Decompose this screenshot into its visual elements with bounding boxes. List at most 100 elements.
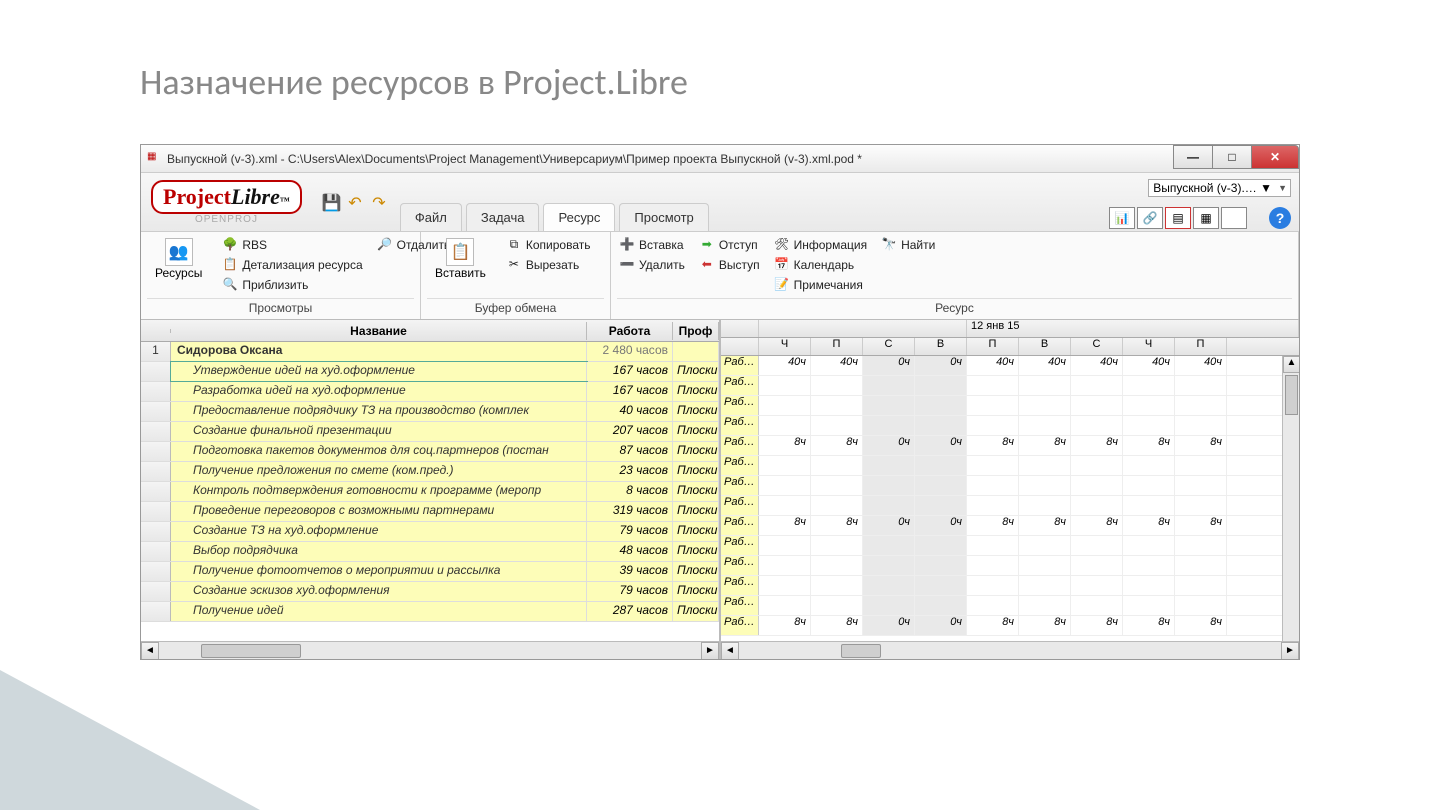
usage-cell[interactable] [915,576,967,595]
usage-cell[interactable] [759,376,811,395]
day-header[interactable]: П [811,338,863,355]
usage-cell[interactable]: 40ч [967,356,1019,375]
zoomin-button[interactable]: 🔍Приблизить [220,276,364,294]
usage-cell[interactable] [1175,376,1227,395]
usage-cell[interactable] [811,396,863,415]
usage-cell[interactable] [915,536,967,555]
row-profile[interactable]: Плоски [673,362,719,381]
usage-cell[interactable] [1071,376,1123,395]
table-row[interactable]: Предоставление подрядчику ТЗ на производ… [141,402,719,422]
usage-cell[interactable] [1123,576,1175,595]
usage-cell[interactable] [759,536,811,555]
paste-button[interactable]: 📋 Вставить [427,236,494,282]
usage-cell[interactable] [967,476,1019,495]
tab-resource[interactable]: Ресурс [543,203,615,231]
usage-cell[interactable] [1019,416,1071,435]
usage-cell[interactable] [759,396,811,415]
row-work[interactable]: 87 часов [587,442,673,461]
right-vscrollbar[interactable]: ▲ [1282,356,1299,641]
usage-cell[interactable] [967,456,1019,475]
usage-cell[interactable] [1175,396,1227,415]
delete-button[interactable]: ➖Удалить [617,256,687,274]
usage-cell[interactable]: 0ч [915,516,967,535]
redo-icon[interactable]: ↷ [370,193,388,211]
day-header[interactable]: В [915,338,967,355]
table-row[interactable]: Получение фотоотчетов о мероприятии и ра… [141,562,719,582]
row-work[interactable]: 79 часов [587,582,673,601]
row-work[interactable]: 167 часов [587,362,673,381]
usage-cell[interactable] [967,396,1019,415]
detail-button[interactable]: 📋Детализация ресурса [220,256,364,274]
usage-cell[interactable] [1071,596,1123,615]
row-work[interactable]: 79 часов [587,522,673,541]
right-hscrollbar[interactable]: ◄ ► [721,641,1299,659]
usage-cell[interactable] [1019,536,1071,555]
row-name[interactable]: Разработка идей на худ.оформление [171,382,587,401]
usage-cell[interactable]: 8ч [1071,616,1123,635]
table-row[interactable]: Получение идей287 часовПлоски [141,602,719,622]
table-row[interactable]: Утверждение идей на худ.оформление167 ча… [141,362,719,382]
scroll-right-icon[interactable]: ► [1281,642,1299,659]
col-name-header[interactable]: Название [171,322,587,340]
usage-cell[interactable] [915,376,967,395]
usage-cell[interactable] [1175,576,1227,595]
usage-cell[interactable] [915,596,967,615]
table-row[interactable]: Создание эскизов худ.оформления79 часовП… [141,582,719,602]
day-header[interactable]: В [1019,338,1071,355]
usage-cell[interactable]: 0ч [915,616,967,635]
usage-cell[interactable] [811,376,863,395]
table-row[interactable]: Создание финальной презентации207 часовП… [141,422,719,442]
insert-button[interactable]: ➕Вставка [617,236,687,254]
usage-cell[interactable] [863,396,915,415]
usage-cell[interactable] [811,476,863,495]
find-button[interactable]: 🔭Найти [879,236,937,254]
usage-cell[interactable]: 8ч [967,616,1019,635]
info-button[interactable]: 🛠Информация [772,236,869,254]
row-profile[interactable]: Плоски [673,582,719,601]
usage-cell[interactable] [1123,376,1175,395]
usage-cell[interactable] [1123,396,1175,415]
usage-cell[interactable]: 0ч [863,356,915,375]
usage-cell[interactable] [759,576,811,595]
calendar-button[interactable]: 📅Календарь [772,256,869,274]
usage-cell[interactable] [1123,596,1175,615]
usage-cell[interactable] [863,376,915,395]
col-work-header[interactable]: Работа [587,322,673,340]
usage-cell[interactable]: 8ч [759,436,811,455]
tab-file[interactable]: Файл [400,203,462,231]
scroll-left-icon[interactable]: ◄ [141,642,159,659]
row-work[interactable]: 48 часов [587,542,673,561]
cut-button[interactable]: ✂Вырезать [504,256,593,274]
usage-cell[interactable]: 8ч [1071,436,1123,455]
usage-cell[interactable] [967,576,1019,595]
usage-cell[interactable] [1123,456,1175,475]
usage-cell[interactable]: 8ч [967,436,1019,455]
usage-cell[interactable] [863,596,915,615]
day-header[interactable]: П [1175,338,1227,355]
usage-cell[interactable] [811,416,863,435]
usage-cell[interactable] [1123,496,1175,515]
usage-cell[interactable] [811,596,863,615]
row-work[interactable]: 8 часов [587,482,673,501]
usage-cell[interactable]: 40ч [1019,356,1071,375]
usage-cell[interactable] [863,476,915,495]
row-work[interactable]: 167 часов [587,382,673,401]
usage-cell[interactable] [759,456,811,475]
row-name[interactable]: Контроль подтверждения готовности к прог… [171,482,587,501]
col-id-header[interactable] [141,329,171,333]
table-row[interactable]: Создание ТЗ на худ.оформление79 часовПло… [141,522,719,542]
usage-cell[interactable]: 40ч [1123,356,1175,375]
row-work[interactable]: 23 часов [587,462,673,481]
usage-cell[interactable] [863,536,915,555]
usage-cell[interactable]: 40ч [811,356,863,375]
usage-cell[interactable] [1019,376,1071,395]
table-row[interactable]: Контроль подтверждения готовности к прог… [141,482,719,502]
table-row[interactable]: Разработка идей на худ.оформление167 час… [141,382,719,402]
usage-cell[interactable] [915,396,967,415]
usage-cell[interactable] [1123,556,1175,575]
usage-cell[interactable] [1019,556,1071,575]
usage-cell[interactable] [967,376,1019,395]
usage-cell[interactable] [967,536,1019,555]
usage-cell[interactable] [1123,416,1175,435]
view-usage-icon[interactable]: ▤ [1165,207,1191,229]
